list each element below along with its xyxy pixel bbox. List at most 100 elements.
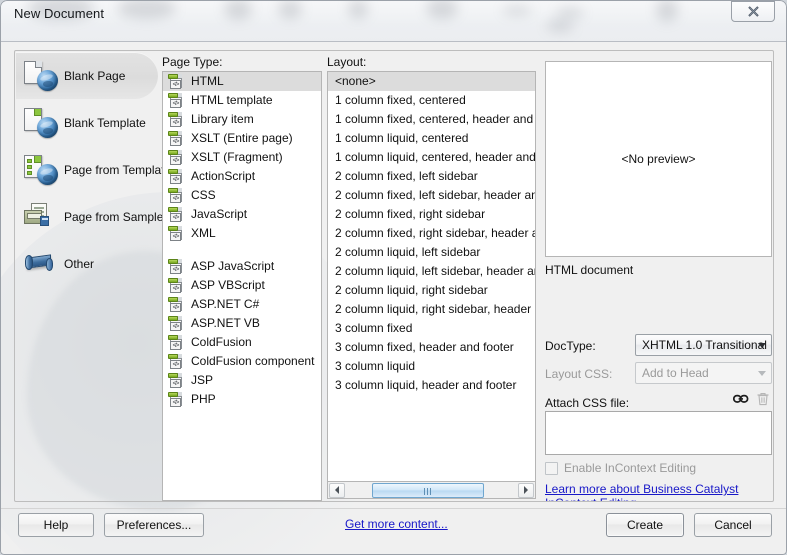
doctype-label: DocType: bbox=[545, 339, 596, 353]
page-type-item[interactable]: </> ColdFusion bbox=[163, 333, 321, 352]
sidebar-item-blank-template[interactable]: Blank Template bbox=[16, 99, 158, 146]
preferences-button[interactable]: Preferences... bbox=[104, 513, 204, 537]
learn-more-link-line1[interactable]: Learn more about Business Catalyst bbox=[545, 482, 738, 496]
layout-label: 2 column liquid, left sidebar bbox=[335, 245, 481, 259]
enable-incontext-editing-checkbox bbox=[545, 461, 558, 475]
layout-list[interactable]: <none> 1 column fixed, centered 1 column f… bbox=[327, 71, 536, 482]
page-type-item[interactable]: </> CSS bbox=[163, 186, 321, 205]
page-from-template-icon bbox=[24, 154, 58, 186]
layout-horizontal-scrollbar[interactable] bbox=[327, 482, 536, 499]
doctype-value: XHTML 1.0 Transitional bbox=[642, 338, 767, 352]
code-document-icon: </> bbox=[168, 74, 184, 89]
scroll-right-button[interactable] bbox=[518, 482, 534, 498]
page-type-item[interactable]: </> JSP bbox=[163, 371, 321, 390]
doctype-select[interactable]: XHTML 1.0 Transitional bbox=[635, 334, 772, 356]
link-chain-icon[interactable] bbox=[732, 393, 749, 408]
layout-label: <none> bbox=[335, 74, 376, 88]
page-type-item[interactable]: </> XML bbox=[163, 224, 321, 243]
attach-css-file-list[interactable] bbox=[545, 411, 772, 455]
sidebar-item-page-from-sample[interactable]: Page from Sample bbox=[16, 193, 163, 240]
preview-placeholder-text: <No preview> bbox=[621, 152, 696, 166]
title-bar[interactable]: New Document bbox=[0, 0, 787, 42]
sidebar-item-other[interactable]: Other bbox=[16, 240, 158, 287]
layout-item[interactable]: 2 column liquid, left sidebar bbox=[328, 243, 535, 262]
dialog-body: Blank Page Blank Template Page from Temp… bbox=[0, 42, 787, 555]
code-document-icon: </> bbox=[168, 188, 184, 203]
page-type-label: CSS bbox=[191, 188, 216, 202]
layout-label: 1 column liquid, centered bbox=[335, 131, 469, 145]
category-label: Blank Page bbox=[64, 68, 126, 83]
page-type-label: XML bbox=[191, 226, 216, 240]
layout-label: 3 column fixed, header and footer bbox=[335, 340, 514, 354]
layout-item[interactable]: 2 column fixed, right sidebar bbox=[328, 205, 535, 224]
page-type-list[interactable]: </> HTML </> HTML template </> Library item </… bbox=[162, 71, 322, 501]
attach-css-label: Attach CSS file: bbox=[545, 396, 630, 410]
get-more-content-link[interactable]: Get more content... bbox=[345, 517, 448, 531]
window-title: New Document bbox=[14, 6, 105, 21]
page-type-item[interactable]: </> ActionScript bbox=[163, 167, 321, 186]
trash-icon bbox=[756, 392, 770, 409]
code-document-icon: </> bbox=[168, 112, 184, 127]
layout-label: 3 column fixed bbox=[335, 321, 413, 335]
page-type-item[interactable]: </> ASP VBScript bbox=[163, 276, 321, 295]
chevron-down-icon bbox=[758, 371, 766, 376]
layout-item[interactable]: 2 column liquid, right sidebar, header a… bbox=[328, 300, 535, 319]
sidebar-item-blank-page[interactable]: Blank Page bbox=[16, 52, 158, 99]
layout-item[interactable]: 1 column fixed, centered, header and foo… bbox=[328, 110, 535, 129]
layout-item[interactable]: 2 column liquid, right sidebar bbox=[328, 281, 535, 300]
code-document-icon: </> bbox=[168, 169, 184, 184]
page-type-item[interactable]: </> ColdFusion component bbox=[163, 352, 321, 371]
create-button[interactable]: Create bbox=[606, 513, 684, 537]
sidebar-item-page-from-template[interactable]: Page from Template bbox=[16, 146, 171, 193]
code-document-icon: </> bbox=[168, 335, 184, 350]
category-label: Page from Template bbox=[64, 162, 172, 177]
enable-incontext-editing-label: Enable InContext Editing bbox=[564, 461, 697, 475]
learn-more-link-line2[interactable]: InContext Editing bbox=[545, 496, 636, 501]
layout-item[interactable]: 1 column fixed, centered bbox=[328, 91, 535, 110]
close-icon bbox=[747, 6, 759, 17]
page-type-item[interactable]: </> PHP bbox=[163, 390, 321, 409]
scroll-thumb[interactable] bbox=[372, 482, 484, 498]
layout-item[interactable]: 1 column liquid, centered bbox=[328, 129, 535, 148]
new-document-dialog: New Document Blank Page Blank Template P… bbox=[0, 0, 787, 555]
layout-item[interactable]: 3 column liquid, header and footer bbox=[328, 376, 535, 395]
code-document-icon: </> bbox=[168, 131, 184, 146]
other-icon bbox=[24, 248, 58, 280]
page-type-item[interactable]: </> Library item bbox=[163, 110, 321, 129]
layout-css-value: Add to Head bbox=[642, 366, 709, 380]
scroll-left-button[interactable] bbox=[329, 482, 345, 498]
arrow-left-icon bbox=[335, 486, 339, 494]
layout-label: 1 column liquid, centered, header and fo… bbox=[335, 150, 536, 164]
enable-incontext-editing-row[interactable]: Enable InContext Editing bbox=[545, 461, 696, 475]
layout-item[interactable]: <none> bbox=[328, 72, 535, 91]
page-type-item[interactable]: </> ASP.NET VB bbox=[163, 314, 321, 333]
help-button[interactable]: Help bbox=[18, 513, 94, 537]
layout-item[interactable]: 3 column fixed bbox=[328, 319, 535, 338]
page-type-item[interactable]: </> ASP JavaScript bbox=[163, 257, 321, 276]
layout-item[interactable]: 2 column liquid, left sidebar, header an… bbox=[328, 262, 535, 281]
content-panel: Blank Page Blank Template Page from Temp… bbox=[14, 50, 774, 502]
layout-item[interactable]: 3 column liquid bbox=[328, 357, 535, 376]
layout-item[interactable]: 3 column fixed, header and footer bbox=[328, 338, 535, 357]
layout-item[interactable]: 1 column liquid, centered, header and fo… bbox=[328, 148, 535, 167]
page-type-item[interactable]: </> XSLT (Fragment) bbox=[163, 148, 321, 167]
close-button[interactable] bbox=[731, 1, 775, 22]
layout-label: 2 column fixed, left sidebar, header and… bbox=[335, 188, 535, 202]
scroll-track[interactable] bbox=[346, 482, 517, 498]
layout-item[interactable]: 2 column fixed, left sidebar bbox=[328, 167, 535, 186]
category-list: Blank Page Blank Template Page from Temp… bbox=[16, 52, 171, 501]
cancel-button[interactable]: Cancel bbox=[694, 513, 772, 537]
layout-item[interactable]: 2 column fixed, left sidebar, header and… bbox=[328, 186, 535, 205]
category-label: Other bbox=[64, 256, 95, 271]
page-type-item[interactable]: </> JavaScript bbox=[163, 205, 321, 224]
code-document-icon: </> bbox=[168, 373, 184, 388]
page-type-item[interactable]: </> HTML bbox=[163, 72, 321, 91]
layout-item[interactable]: 2 column fixed, right sidebar, header an… bbox=[328, 224, 535, 243]
page-type-label: HTML template bbox=[191, 93, 273, 107]
layout-label: 2 column fixed, right sidebar bbox=[335, 207, 486, 221]
page-type-item[interactable]: </> ASP.NET C# bbox=[163, 295, 321, 314]
page-type-item[interactable]: </> HTML template bbox=[163, 91, 321, 110]
page-type-item[interactable]: </> XSLT (Entire page) bbox=[163, 129, 321, 148]
layout-label: 1 column fixed, centered, header and foo… bbox=[335, 112, 535, 126]
